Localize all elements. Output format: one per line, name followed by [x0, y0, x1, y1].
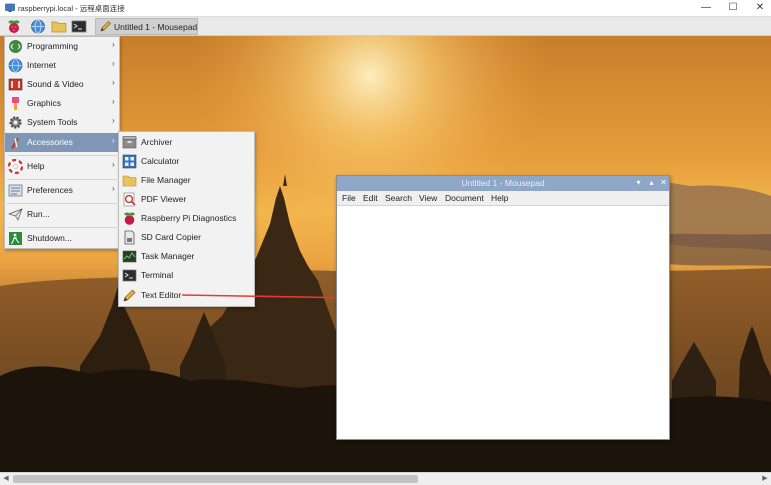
terminal-icon — [122, 269, 137, 282]
submenu-arrow-icon: › — [112, 136, 115, 145]
run-paper-plane-icon — [8, 208, 23, 221]
menu-item-preferences[interactable]: Preferences › — [5, 181, 119, 200]
submenu-arrow-icon: › — [112, 78, 115, 87]
horizontal-scrollbar[interactable]: ◀ ▶ — [0, 472, 771, 485]
internet-globe-icon — [8, 58, 23, 73]
mousepad-titlebar[interactable]: Untitled 1 - Mousepad ▾ ▴ ✕ — [337, 176, 669, 191]
taskbar: Untitled 1 - Mousepad — [0, 17, 771, 36]
submenu-arrow-icon: › — [112, 184, 115, 193]
submenu-item-file-manager[interactable]: File Manager — [119, 171, 254, 190]
programming-icon — [9, 40, 22, 53]
submenu-item-archiver[interactable]: Archiver — [119, 133, 254, 152]
scroll-left-arrow-icon[interactable]: ◀ — [0, 473, 12, 485]
minimize-button[interactable]: — — [694, 1, 718, 15]
menu-separator — [7, 155, 117, 156]
calculator-icon — [122, 154, 137, 169]
submenu-item-task-manager[interactable]: Task Manager — [119, 247, 254, 266]
submenu-item-raspberry-pi-diagnostics[interactable]: Raspberry Pi Diagnostics — [119, 209, 254, 228]
mousepad-maximize-button[interactable]: ▴ — [646, 177, 657, 189]
shutdown-icon — [9, 232, 22, 245]
submenu-item-terminal[interactable]: Terminal — [119, 266, 254, 285]
menu-separator — [7, 227, 117, 228]
raspberry-icon — [124, 212, 135, 225]
submenu-item-calculator[interactable]: Calculator — [119, 152, 254, 171]
accessories-icon — [11, 137, 19, 149]
menu-search[interactable]: Search — [385, 193, 412, 203]
menu-item-graphics[interactable]: Graphics › — [5, 94, 119, 113]
raspberry-menu-icon[interactable] — [6, 19, 22, 34]
mousepad-window-title: Untitled 1 - Mousepad — [461, 178, 545, 188]
archiver-icon — [122, 136, 137, 149]
mousepad-minimize-button[interactable]: ▾ — [633, 177, 644, 189]
pencil-icon — [100, 21, 111, 32]
submenu-arrow-icon: › — [112, 40, 115, 49]
menu-separator — [7, 203, 117, 204]
mousepad-close-button[interactable]: ✕ — [658, 177, 669, 189]
menu-edit[interactable]: Edit — [363, 193, 378, 203]
menu-item-sound-video[interactable]: Sound & Video › — [5, 75, 119, 94]
file-manager-icon[interactable] — [51, 19, 67, 34]
mousepad-menubar: File Edit Search View Document Help — [337, 191, 669, 206]
remote-desktop-icon — [5, 3, 15, 12]
scroll-right-arrow-icon[interactable]: ▶ — [759, 473, 771, 485]
system-tools-gear-icon — [9, 116, 22, 129]
application-menu: Programming › Internet › Sound & Video ›… — [4, 36, 120, 249]
submenu-item-sd-card-copier[interactable]: SD Card Copier — [119, 228, 254, 247]
sd-card-icon — [124, 230, 135, 245]
accessories-submenu: Archiver Calculator File Manager PDF Vie… — [118, 131, 255, 307]
remote-desktop-title: raspberrypi.local - 远程桌面连接 — [18, 4, 125, 13]
folder-icon — [122, 175, 137, 187]
taskbar-task-label: Untitled 1 - Mousepad — [114, 22, 198, 32]
menu-item-run[interactable]: Run... — [5, 205, 119, 224]
submenu-arrow-icon: › — [112, 97, 115, 106]
preferences-icon — [8, 184, 23, 197]
menu-item-system-tools[interactable]: System Tools › — [5, 113, 119, 132]
menu-item-programming[interactable]: Programming › — [5, 37, 119, 56]
submenu-arrow-icon: › — [112, 160, 115, 169]
sound-video-icon — [8, 78, 23, 91]
menu-file[interactable]: File — [342, 193, 356, 203]
text-editor-area[interactable] — [338, 207, 668, 439]
scrollbar-thumb[interactable] — [13, 475, 418, 483]
remote-desktop-titlebar: raspberrypi.local - 远程桌面连接 — ☐ ✕ — [0, 0, 771, 17]
submenu-arrow-icon: › — [112, 116, 115, 125]
menu-item-help[interactable]: Help › — [5, 157, 119, 176]
taskbar-task-mousepad[interactable]: Untitled 1 - Mousepad — [95, 18, 198, 35]
menu-item-internet[interactable]: Internet › — [5, 56, 119, 75]
graphics-icon — [12, 97, 19, 110]
menu-view[interactable]: View — [419, 193, 437, 203]
menu-document[interactable]: Document — [445, 193, 484, 203]
maximize-button[interactable]: ☐ — [721, 1, 745, 15]
menu-item-accessories[interactable]: Accessories › — [5, 133, 119, 152]
mousepad-window: Untitled 1 - Mousepad ▾ ▴ ✕ File Edit Se… — [336, 175, 670, 440]
terminal-icon[interactable] — [71, 19, 87, 34]
menu-item-shutdown[interactable]: Shutdown... — [5, 229, 119, 248]
menu-help[interactable]: Help — [491, 193, 508, 203]
close-button[interactable]: ✕ — [748, 1, 771, 15]
task-manager-icon — [122, 250, 137, 263]
submenu-arrow-icon: › — [112, 59, 115, 68]
help-lifebuoy-icon — [8, 159, 23, 174]
pencil-icon — [123, 289, 136, 302]
submenu-item-pdf-viewer[interactable]: PDF Viewer — [119, 190, 254, 209]
menu-separator — [7, 179, 117, 180]
web-browser-icon[interactable] — [30, 19, 46, 34]
pdf-viewer-icon — [123, 192, 136, 207]
